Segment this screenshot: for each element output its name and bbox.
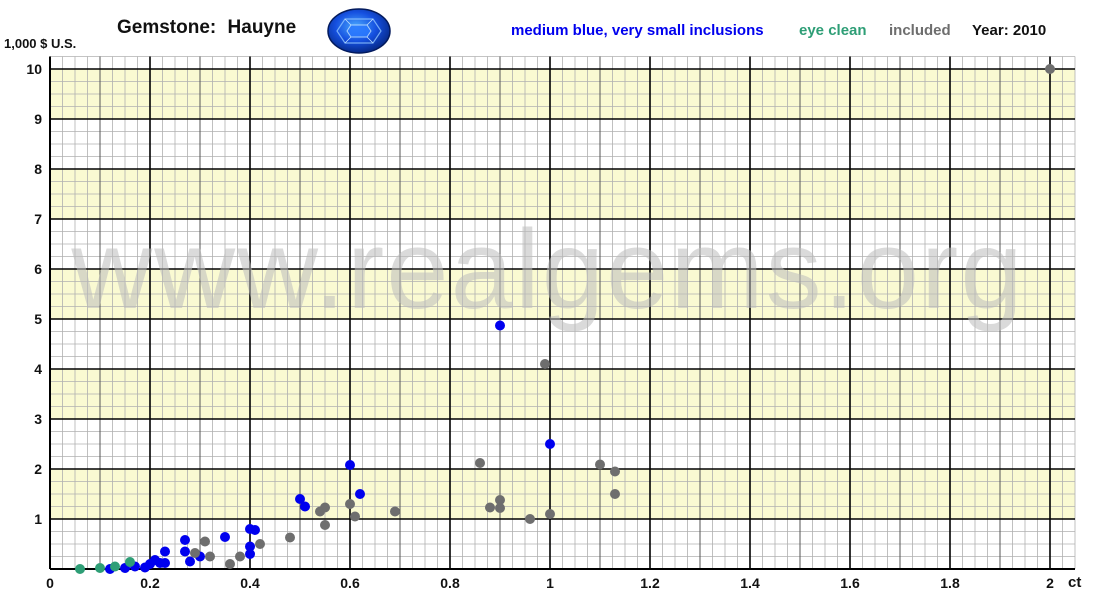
x-tick-label: 1.8	[940, 575, 960, 591]
y-tick-label: 8	[34, 161, 42, 177]
data-point-included	[350, 511, 360, 522]
x-tick-label: 0.4	[240, 575, 260, 591]
data-point-medium-blue	[160, 546, 170, 557]
data-point-included	[205, 551, 215, 562]
data-point-included	[475, 458, 485, 468]
data-point-included	[345, 499, 355, 509]
data-point-medium-blue	[355, 489, 365, 499]
y-tick-label: 7	[34, 211, 42, 227]
data-point-medium-blue	[250, 525, 260, 535]
data-point-eye-clean	[75, 564, 85, 574]
data-point-included	[200, 536, 210, 547]
x-tick-label: 0.6	[340, 575, 360, 591]
data-point-included	[540, 359, 550, 369]
y-tick-label: 10	[26, 61, 42, 77]
y-tick-label: 9	[34, 111, 42, 127]
data-point-included	[320, 520, 330, 530]
data-point-included	[225, 559, 235, 569]
x-tick-label: 1	[546, 575, 554, 591]
y-tick-label: 3	[34, 411, 42, 427]
data-point-eye-clean	[95, 563, 105, 573]
data-point-included	[285, 532, 295, 543]
data-point-included	[595, 459, 605, 470]
data-point-medium-blue	[160, 558, 170, 568]
data-point-included	[255, 539, 265, 549]
data-point-included	[390, 506, 400, 517]
x-tick-label: 1.6	[840, 575, 860, 591]
data-point-included	[235, 551, 245, 562]
data-point-included	[545, 509, 555, 519]
data-point-medium-blue	[180, 535, 190, 545]
x-tick-label: 1.2	[640, 575, 660, 591]
data-point-medium-blue	[345, 460, 355, 470]
y-tick-label: 4	[34, 361, 42, 377]
data-point-included	[495, 503, 505, 513]
data-point-included	[610, 466, 620, 477]
data-point-included	[525, 514, 535, 524]
data-point-medium-blue	[220, 532, 230, 542]
data-point-included	[610, 489, 620, 499]
data-point-medium-blue	[495, 320, 505, 331]
data-point-medium-blue	[300, 501, 310, 512]
data-point-included	[320, 502, 330, 513]
data-point-included	[190, 548, 200, 558]
y-tick-label: 1	[34, 511, 42, 527]
data-point-included	[485, 502, 495, 513]
watermark: www.realgems.org	[70, 207, 1024, 332]
scatter-chart: www.realgems.org 0 0.2 0.4 0.6 0.8 1 1.2 1.4 1.6…	[26, 56, 1076, 591]
data-point-medium-blue	[245, 549, 255, 559]
data-point-eye-clean	[125, 557, 135, 567]
data-point-included	[1045, 64, 1055, 74]
y-tick-label: 2	[34, 461, 42, 477]
x-tick-label: 0	[46, 575, 54, 591]
y-tick-label: 5	[34, 311, 42, 327]
y-tick-label: 6	[34, 261, 42, 277]
data-point-medium-blue	[180, 546, 190, 557]
x-tick-label: 0.2	[140, 575, 160, 591]
x-tick-label: 0.8	[440, 575, 460, 591]
x-tick-label: 2	[1046, 575, 1054, 591]
data-point-medium-blue	[185, 556, 195, 567]
data-point-medium-blue	[545, 439, 555, 449]
data-point-eye-clean	[110, 561, 120, 572]
x-tick-label: 1.4	[740, 575, 760, 591]
